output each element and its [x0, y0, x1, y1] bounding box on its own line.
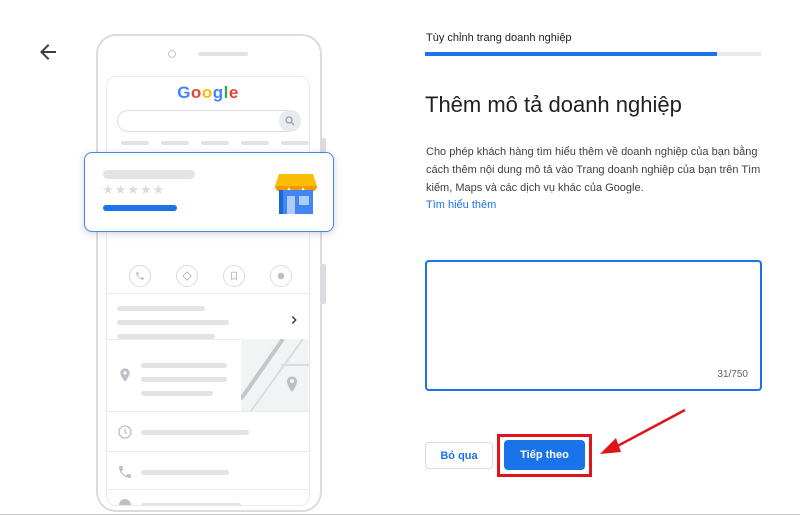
mock-action-row: [129, 265, 292, 287]
progress-bar: [425, 52, 761, 56]
placeholder-line: [141, 430, 249, 435]
placeholder-line: [117, 320, 229, 325]
divider: [107, 411, 309, 412]
google-logo: Google: [107, 83, 309, 103]
logo-letter: o: [190, 83, 202, 102]
tab-placeholder: [121, 141, 149, 145]
next-button[interactable]: Tiếp theo: [504, 440, 585, 470]
phone-icon: [119, 466, 131, 478]
phone-screen: Google: [106, 76, 310, 506]
chevron-right-icon: [291, 315, 297, 325]
business-name-placeholder: [103, 170, 195, 179]
learn-more-link[interactable]: Tìm hiểu thêm: [426, 199, 496, 211]
progress-fill: [425, 52, 718, 56]
divider: [107, 451, 309, 452]
placeholder-line: [141, 391, 213, 396]
map-thumbnail: [241, 339, 309, 411]
directions-icon: [176, 265, 198, 287]
clock-icon: [118, 425, 132, 439]
placeholder-line: [141, 470, 229, 475]
back-button[interactable]: [36, 40, 60, 64]
mock-search-bar: [117, 110, 301, 132]
char-counter: 31/750: [717, 369, 748, 380]
business-highlight-bar: [103, 205, 177, 211]
description-field[interactable]: 31/750: [425, 260, 762, 391]
phone-speaker: [198, 52, 248, 56]
phone-illustration: Google: [96, 34, 326, 512]
tab-placeholder: [281, 141, 309, 145]
business-card-preview: ★★★★★: [84, 152, 334, 232]
bookmark-icon: [223, 265, 245, 287]
phone-icon: [129, 265, 151, 287]
location-pin-icon: [120, 368, 130, 382]
divider: [107, 489, 309, 490]
annotation-arrow-icon: [600, 408, 686, 454]
description-input[interactable]: [437, 276, 747, 356]
logo-letter: g: [212, 83, 224, 102]
phone-camera: [168, 50, 176, 58]
placeholder-line: [141, 363, 227, 368]
share-icon: [270, 265, 292, 287]
storefront-icon: [275, 174, 317, 214]
arrow-left-icon: [40, 44, 56, 60]
logo-letter: e: [228, 83, 239, 102]
logo-letter: o: [201, 83, 213, 102]
mock-tabs: [121, 141, 309, 145]
skip-button[interactable]: Bỏ qua: [425, 442, 493, 469]
placeholder-line: [141, 503, 241, 505]
divider: [107, 293, 309, 294]
description-text: Cho phép khách hàng tìm hiểu thêm về doa…: [426, 146, 761, 194]
bottom-divider: [0, 514, 800, 515]
step-label: Tùy chỉnh trang doanh nghiệp: [426, 32, 572, 44]
tab-placeholder: [241, 141, 269, 145]
logo-letter: G: [177, 83, 191, 102]
placeholder-line: [141, 377, 227, 382]
phone-side-button: [322, 264, 326, 304]
rating-stars: ★★★★★: [102, 182, 166, 197]
tab-placeholder: [161, 141, 189, 145]
tab-placeholder: [201, 141, 229, 145]
globe-icon: [119, 499, 131, 505]
placeholder-line: [117, 306, 205, 311]
page-title: Thêm mô tả doanh nghiệp: [425, 92, 682, 117]
search-icon: [279, 110, 301, 132]
